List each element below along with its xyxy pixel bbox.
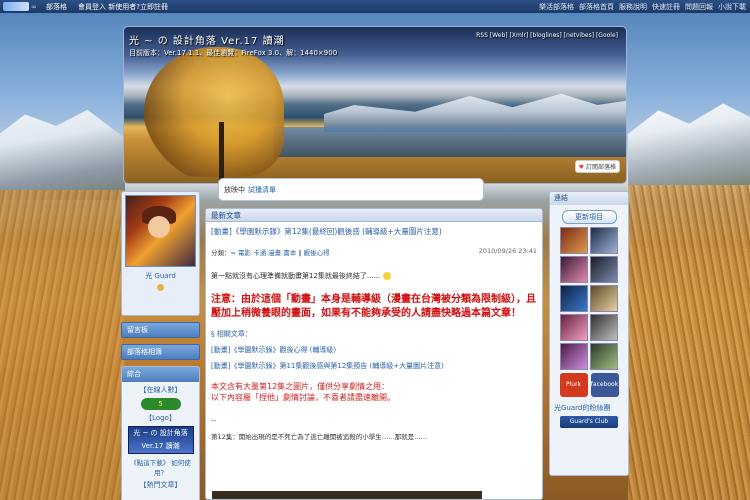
logo-banner-line: Ver.17 讀潮 bbox=[141, 442, 180, 450]
main-content: 最新文章 [動畫]《學園默示錄》第12集(最終回)觀後感 (輔導級+大量圖片注意… bbox=[205, 208, 543, 500]
topbar-links: 樂活部落格 部落格首頁 服務說明 快速註冊 問題回報 小說下載 bbox=[539, 2, 750, 12]
friend-avatar[interactable] bbox=[590, 314, 618, 341]
topbar-link[interactable]: 小說下載 bbox=[718, 2, 746, 12]
topbar-link[interactable]: 樂活部落格 bbox=[539, 2, 574, 12]
logo-banner[interactable]: 光 ~ の 設計角落 Ver.17 讀潮 bbox=[127, 426, 194, 454]
chapter-text: 第12集：開始出現的是不死亡為了逃亡離開被追殺的小學生……那就是…… bbox=[211, 433, 428, 441]
friend-avatar[interactable] bbox=[560, 285, 588, 312]
online-counter: 5 bbox=[140, 398, 181, 410]
friend-avatar[interactable] bbox=[560, 314, 588, 341]
social-buttons: Plurk facebook bbox=[550, 373, 628, 397]
separator-text: -- bbox=[211, 417, 217, 425]
post-intro-text: 第一點就沒有心理準備就動畫第12集就最後終結了...... bbox=[211, 272, 381, 280]
blog-title[interactable]: 光 ~ の 設計角落 Ver.17 讀潮 bbox=[129, 32, 285, 47]
blog-logo[interactable]: ∞ bbox=[0, 0, 46, 13]
avatar-face bbox=[148, 216, 170, 238]
friend-avatar[interactable] bbox=[560, 256, 588, 283]
warning-text: 注意：由於這個「動畫」本身是輔導級（漫畫在台灣被分類為限制級），且壓加上稍微養眼… bbox=[211, 294, 536, 319]
spoiler-notice-line: 以下內容屬「捏他」劇情討論，不喜者請盡速離開。 bbox=[211, 393, 395, 402]
topbar-link[interactable]: 快速註冊 bbox=[652, 2, 680, 12]
logo-download-link[interactable]: 《點這下載》 如何使用？ bbox=[122, 457, 199, 477]
post-meta: 分類： = 電影.卡通.漫畫.書本 ‖ 觀後心得 2010/09/26 23:4… bbox=[206, 237, 542, 257]
logo-label: 【Logo】 bbox=[145, 414, 176, 422]
category-label: 分類： bbox=[211, 249, 231, 257]
header-lake bbox=[274, 127, 626, 157]
category-links[interactable]: = 電影.卡通.漫畫.書本 ‖ 觀後心得 bbox=[231, 247, 330, 257]
related-link[interactable]: [動畫]《學園默示錄》觀後心得 (輔導級) bbox=[206, 339, 542, 355]
friend-avatar[interactable] bbox=[590, 285, 618, 312]
topbar-link[interactable]: 部落格首頁 bbox=[579, 2, 614, 12]
blog-logo-icon bbox=[3, 2, 29, 11]
background-field-left bbox=[0, 190, 125, 500]
header-tree-trunk bbox=[219, 122, 224, 182]
blog-header-banner: 光 ~ の 設計角落 Ver.17 讀潮 目前版本：Ver.17.1.1、最佳瀏… bbox=[123, 26, 627, 184]
header-mountains bbox=[324, 93, 626, 132]
version-info: 目前版本：Ver.17.1.1、最佳瀏覽：FireFox 3.0、解：1440×… bbox=[129, 49, 338, 57]
brand-link[interactable]: 部落格 bbox=[46, 2, 74, 12]
subscribe-button[interactable]: ♥ 訂閱部落格 bbox=[574, 160, 620, 173]
links-panel: 連結 更新項目 Plurk facebook 光Guard的粉絲團 Guard'… bbox=[549, 191, 629, 476]
post-image bbox=[212, 491, 482, 499]
plurk-button[interactable]: Plurk bbox=[559, 373, 588, 397]
related-link[interactable]: [動畫]《學園默示錄》第11集觀後感與第12集預告 (輔導級+大量圖片注意) bbox=[206, 355, 542, 371]
facebook-button[interactable]: facebook bbox=[590, 373, 619, 397]
infinity-icon: ∞ bbox=[31, 2, 37, 11]
header-tree bbox=[144, 47, 284, 177]
login-register-link[interactable]: 會員登入 新使用者?立即註冊 bbox=[78, 2, 168, 12]
update-button[interactable]: 更新項目 bbox=[561, 210, 617, 224]
post-date: 2010/09/26 23:41 bbox=[478, 247, 537, 255]
now-playing-label: 放映中 bbox=[224, 185, 245, 194]
profile-card: 光 Guard bbox=[121, 191, 200, 316]
section-heading: 最新文章 bbox=[206, 209, 542, 222]
guestbook-link[interactable]: 留言板 bbox=[121, 322, 200, 338]
friend-avatar[interactable] bbox=[590, 343, 618, 370]
links-heading: 連結 bbox=[550, 192, 628, 205]
now-playing-bar: 放映中 試播清單 bbox=[218, 178, 484, 201]
avatar[interactable] bbox=[125, 195, 196, 267]
friend-avatar[interactable] bbox=[560, 227, 588, 254]
friend-avatar[interactable] bbox=[590, 227, 618, 254]
left-sidebar: 光 Guard 留言板 部落格相簿 綜合 【在線人數】 5 【Logo】 光 ~… bbox=[121, 191, 200, 500]
background-mountain-left bbox=[0, 109, 125, 200]
friend-avatar-grid bbox=[550, 227, 628, 370]
rss-links[interactable]: RSS [Web] [Xmlr] [bloglines] [netvibes] … bbox=[476, 32, 618, 39]
medal-icon bbox=[157, 284, 164, 291]
blog-frame: 光 ~ の 設計角落 Ver.17 讀潮 目前版本：Ver.17.1.1、最佳瀏… bbox=[121, 26, 629, 500]
composite-title: 綜合 bbox=[122, 367, 199, 382]
spoiler-notice: 本文含有大量第12集之圖片，僅供分享劇情之用： 以下內容屬「捏他」劇情討論，不喜… bbox=[206, 371, 542, 403]
album-link[interactable]: 部落格相簿 bbox=[121, 344, 200, 360]
logo-banner-line: 光 ~ の 設計角落 bbox=[133, 429, 188, 437]
post-intro: 第一點就沒有心理準備就動畫第12集就最後終結了...... bbox=[206, 257, 542, 281]
right-sidebar: 連結 更新項目 Plurk facebook 光Guard的粉絲團 Guard'… bbox=[549, 191, 629, 476]
online-label: 【在線人數】 bbox=[139, 386, 182, 394]
composite-panel: 綜合 【在線人數】 5 【Logo】 光 ~ の 設計角落 Ver.17 讀潮 … bbox=[121, 366, 200, 500]
spoiler-notice-line: 本文含有大量第12集之圖片，僅供分享劇情之用： bbox=[211, 382, 390, 391]
smiley-icon bbox=[382, 272, 391, 280]
playlist-link[interactable]: 試播清單 bbox=[248, 185, 276, 195]
fans-label: 光Guard的粉絲團 bbox=[554, 404, 611, 412]
background-field-right bbox=[628, 185, 750, 500]
heart-icon: ♥ bbox=[578, 164, 585, 171]
friend-avatar[interactable] bbox=[560, 343, 588, 370]
post-title-link[interactable]: [動畫]《學園默示錄》第12集(最終回)觀後感 (輔導級+大量圖片注意) bbox=[206, 222, 542, 237]
profile-username[interactable]: 光 Guard bbox=[125, 271, 196, 281]
topbar-link[interactable]: 服務說明 bbox=[619, 2, 647, 12]
site-topbar: ∞ 部落格 會員登入 新使用者?立即註冊 樂活部落格 部落格首頁 服務說明 快速… bbox=[0, 0, 750, 13]
related-heading: § 相關文章： bbox=[211, 330, 252, 338]
background-mountain-right bbox=[628, 103, 750, 185]
friend-avatar[interactable] bbox=[590, 256, 618, 283]
subscribe-label: 訂閱部落格 bbox=[585, 164, 616, 171]
hot-posts-label: 【熱門文章】 bbox=[139, 481, 182, 489]
fan-club-badge[interactable]: Guard's Club bbox=[560, 416, 618, 428]
topbar-link[interactable]: 問題回報 bbox=[685, 2, 713, 12]
